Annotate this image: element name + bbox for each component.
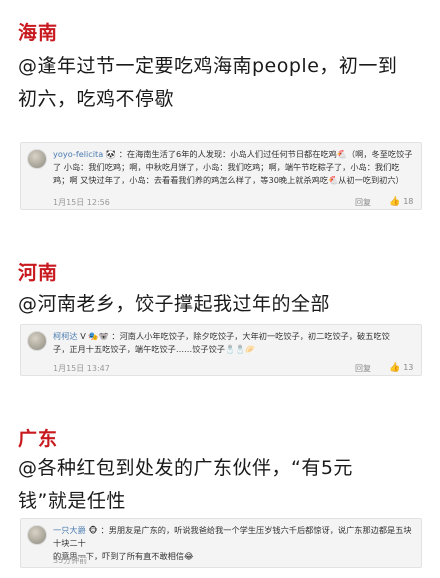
comment-text: ：男朋友是广东的，听说我爸给我一个学生压岁钱六千后都惊讶，说广东那边都是五块十块… — [53, 525, 412, 548]
comment-line: 鸡；啊 又快过年了，小岛：去看看我们养的鸡怎么样了，等30晚上就杀鸡吃🐔从初一吃… — [53, 175, 404, 185]
comment-card: yoyo-felicita 🐼 ：在海南生活了6年的人发现：小岛人们过任何节日都… — [20, 142, 422, 210]
comment-username[interactable]: 柯柯达 — [53, 331, 78, 341]
comment-body: 柯柯达 V 🎭🐨 ：河南人小年吃饺子，除夕吃饺子，大年初一吃饺子，初二吃饺子，破… — [53, 330, 415, 356]
section-caption: @河南老乡，饺子撑起我过年的全部 — [18, 288, 428, 321]
region-title: 河南 — [18, 262, 59, 284]
like-count: 18 — [403, 197, 414, 206]
comment-username[interactable]: 一只大爵 — [53, 525, 86, 535]
comment-line: 柯柯达 V 🎭🐨 ：河南人小年吃饺子，除夕吃饺子，大年初一吃饺子，初二吃饺子，破… — [53, 330, 415, 343]
caption-line: @逢年过节一定要吃鸡海南people，初一到 — [18, 55, 398, 77]
user-badges: 🐼 — [105, 149, 117, 159]
avatar[interactable] — [27, 525, 47, 545]
comment-card: 柯柯达 V 🎭🐨 ：河南人小年吃饺子，除夕吃饺子，大年初一吃饺子，初二吃饺子，破… — [20, 324, 422, 376]
comment-card: 一只大爵 🐵 ：男朋友是广东的，听说我爸给我一个学生压岁钱六千后都惊讶，说广东那… — [20, 518, 422, 568]
thumbs-up-icon: 👍 — [389, 363, 401, 373]
like-count: 13 — [403, 363, 414, 372]
avatar[interactable] — [27, 331, 47, 351]
comment-text: ：在海南生活了6年的人发现：小岛人们过任何节日都在吃鸡🐔（啊，冬至吃饺子 — [118, 149, 413, 159]
caption-line: @各种红包到处发的广东伙伴，“有5元 — [18, 457, 353, 479]
region-title: 广东 — [18, 428, 59, 450]
comment-date: 35分钟前 — [53, 556, 88, 565]
comment-body: yoyo-felicita 🐼 ：在海南生活了6年的人发现：小岛人们过任何节日都… — [53, 148, 415, 187]
caption-line: @河南老乡，饺子撑起我过年的全部 — [18, 293, 331, 315]
reply-button[interactable]: 回复 — [355, 197, 371, 208]
comment-line: 的意思一下，吓到了所有直不敢相信😂 — [53, 551, 194, 561]
region-title: 海南 — [18, 22, 59, 44]
caption-line: 钱”就是任性 — [18, 490, 126, 512]
caption-line: 初六，吃鸡不停歇 — [18, 88, 175, 110]
user-badges: 🐵 — [88, 525, 98, 535]
avatar[interactable] — [27, 149, 47, 169]
like-button[interactable]: 👍 18 — [389, 197, 413, 207]
user-badges: V 🎭🐨 — [80, 331, 109, 341]
comment-text: ：河南人小年吃饺子，除夕吃饺子，大年初一吃饺子，初二吃饺子，破五吃饺 — [111, 331, 390, 341]
comment-line: 子，正月十五吃饺子，端午吃饺子……饺子饺子🧂🧂🥟 — [53, 344, 256, 354]
comment-body: 一只大爵 🐵 ：男朋友是广东的，听说我爸给我一个学生压岁钱六千后都惊讶，说广东那… — [53, 524, 415, 563]
comment-date: 1月15日 13:47 — [53, 364, 110, 373]
thumbs-up-icon: 👍 — [389, 197, 401, 207]
comment-line: yoyo-felicita 🐼 ：在海南生活了6年的人发现：小岛人们过任何节日都… — [53, 148, 415, 161]
reply-button[interactable]: 回复 — [355, 363, 371, 374]
comment-date: 1月15日 12:56 — [53, 198, 110, 207]
like-button[interactable]: 👍 13 — [389, 363, 413, 373]
comment-line: 了 小岛：我们吃鸡；啊，中秋吃月饼了，小岛：我们吃鸡；啊，端午节吃粽子了，小岛：… — [53, 162, 400, 172]
section-caption: @各种红包到处发的广东伙伴，“有5元 钱”就是任性 — [18, 452, 428, 518]
section-caption: @逢年过节一定要吃鸡海南people，初一到 初六，吃鸡不停歇 — [18, 50, 428, 116]
comment-username[interactable]: yoyo-felicita — [53, 149, 103, 159]
comment-line: 一只大爵 🐵 ：男朋友是广东的，听说我爸给我一个学生压岁钱六千后都惊讶，说广东那… — [53, 524, 415, 550]
